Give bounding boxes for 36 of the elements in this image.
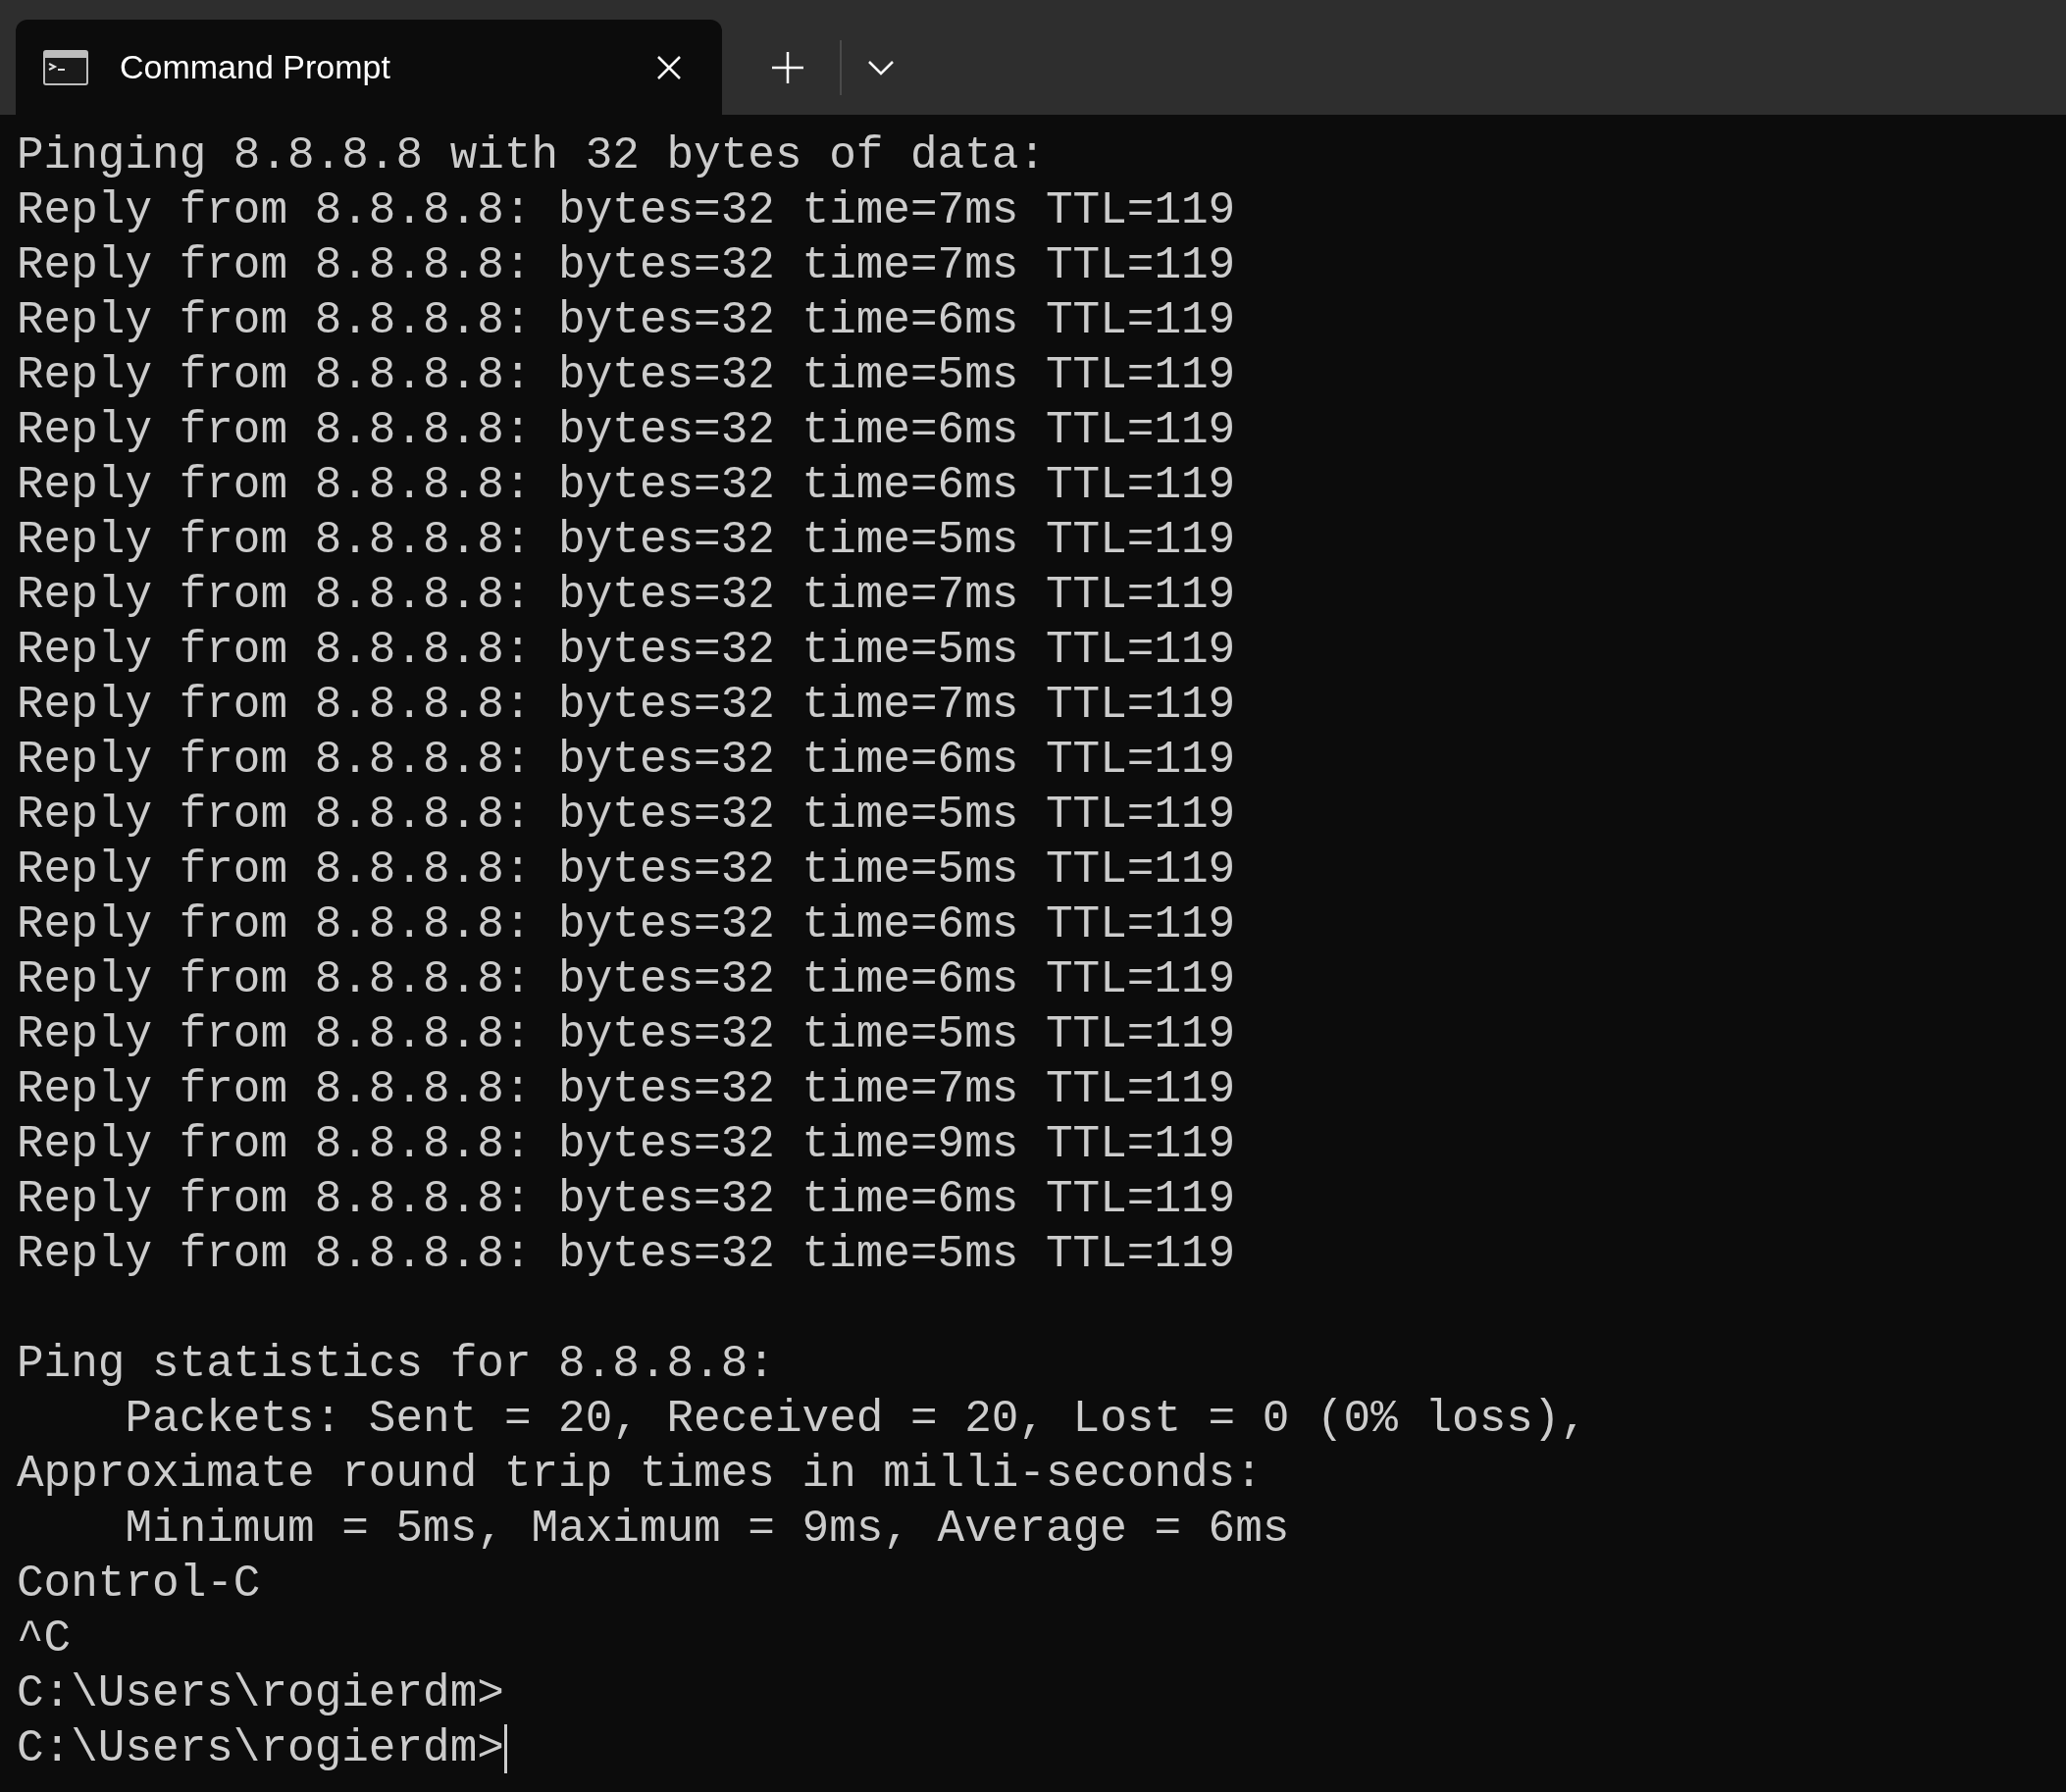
terminal-line: Pinging 8.8.8.8 with 32 bytes of data:	[17, 129, 1046, 183]
terminal-line: Approximate round trip times in milli-seconds:	[17, 1448, 1263, 1502]
terminal-line: C:\Users\rogierdm>	[17, 1722, 504, 1776]
plus-icon[interactable]	[771, 50, 804, 84]
terminal-line: Reply from 8.8.8.8: bytes=32 time=6ms TTL=119	[17, 404, 1236, 458]
terminal-line: Control-C	[17, 1558, 261, 1612]
terminal-line: Reply from 8.8.8.8: bytes=32 time=7ms TTL=119	[17, 184, 1236, 238]
terminal-line: Reply from 8.8.8.8: bytes=32 time=5ms TTL=119	[17, 514, 1236, 568]
terminal-line: Reply from 8.8.8.8: bytes=32 time=5ms TTL=119	[17, 349, 1236, 403]
terminal-line: Reply from 8.8.8.8: bytes=32 time=5ms TTL=119	[17, 1008, 1236, 1062]
terminal-line: Reply from 8.8.8.8: bytes=32 time=5ms TTL=119	[17, 624, 1236, 678]
terminal-line: Reply from 8.8.8.8: bytes=32 time=5ms TTL=119	[17, 1228, 1236, 1282]
terminal-line: Reply from 8.8.8.8: bytes=32 time=6ms TTL=119	[17, 294, 1236, 348]
terminal-line: C:\Users\rogierdm>	[17, 1667, 504, 1721]
terminal-line: Reply from 8.8.8.8: bytes=32 time=6ms TTL=119	[17, 898, 1236, 952]
terminal-line: Reply from 8.8.8.8: bytes=32 time=9ms TTL=119	[17, 1118, 1236, 1172]
terminal-line: Reply from 8.8.8.8: bytes=32 time=6ms TTL=119	[17, 1173, 1236, 1227]
terminal-line: Reply from 8.8.8.8: bytes=32 time=5ms TTL=119	[17, 789, 1236, 843]
tab-title: Command Prompt	[120, 47, 391, 87]
terminal-tab[interactable]: Command Prompt	[16, 20, 722, 115]
terminal-line: Reply from 8.8.8.8: bytes=32 time=6ms TTL=119	[17, 953, 1236, 1007]
text-cursor	[503, 1724, 507, 1773]
terminal-line: Minimum = 5ms, Maximum = 9ms, Average = 6ms	[124, 1503, 1290, 1557]
terminal-line: Reply from 8.8.8.8: bytes=32 time=7ms TTL=119	[17, 679, 1236, 733]
terminal-line: Ping statistics for 8.8.8.8:	[17, 1338, 775, 1392]
terminal-line: Packets: Sent = 20, Received = 20, Lost = 0 (0% loss),	[124, 1393, 1588, 1447]
terminal-line: ^C	[17, 1613, 72, 1666]
terminal-icon	[43, 49, 88, 85]
terminal-line: Reply from 8.8.8.8: bytes=32 time=6ms TTL=119	[17, 734, 1236, 788]
terminal-line: Reply from 8.8.8.8: bytes=32 time=7ms TTL=119	[17, 1063, 1236, 1117]
terminal-line: Reply from 8.8.8.8: bytes=32 time=6ms TTL=119	[17, 459, 1236, 513]
close-icon[interactable]	[655, 53, 683, 81]
chevron-down-icon[interactable]	[867, 58, 895, 77]
terminal-line: Reply from 8.8.8.8: bytes=32 time=5ms TTL=119	[17, 844, 1236, 897]
terminal-line: Reply from 8.8.8.8: bytes=32 time=7ms TTL=119	[17, 569, 1236, 623]
terminal-line: Reply from 8.8.8.8: bytes=32 time=7ms TTL=119	[17, 239, 1236, 293]
